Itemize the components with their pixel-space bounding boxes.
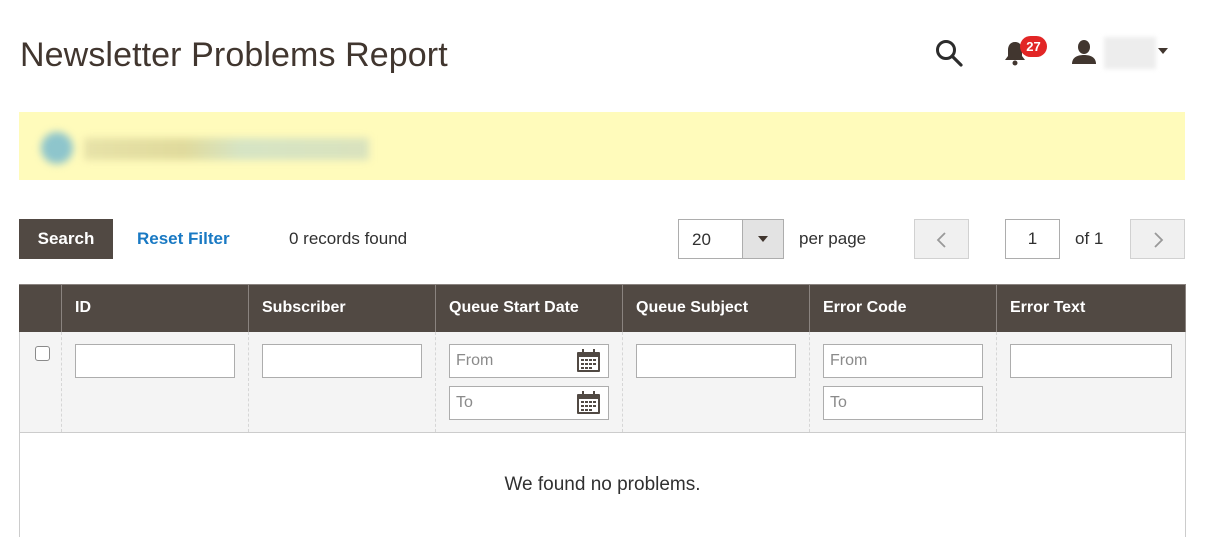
message-icon	[41, 132, 73, 164]
search-icon[interactable]	[934, 38, 964, 68]
user-icon[interactable]	[1070, 38, 1098, 66]
empty-row: We found no problems.	[19, 432, 1186, 537]
records-found: 0 records found	[289, 229, 408, 248]
per-page-dropdown-button[interactable]	[742, 220, 783, 258]
system-message	[19, 112, 1185, 180]
page-title: Newsletter Problems Report	[20, 36, 448, 74]
next-page-button[interactable]	[1130, 219, 1185, 259]
column-header-select	[19, 284, 62, 332]
search-button[interactable]: Search	[19, 219, 113, 259]
filter-subscriber-input[interactable]	[262, 343, 422, 378]
column-header-error-code[interactable]: Error Code	[809, 284, 997, 332]
user-menu-caret-icon[interactable]	[1158, 48, 1168, 54]
filter-error-code-to-input[interactable]	[823, 385, 983, 420]
previous-page-button[interactable]	[914, 219, 969, 259]
calendar-icon[interactable]	[576, 348, 601, 373]
user-name-blurred[interactable]	[1104, 37, 1156, 69]
current-page-input[interactable]	[1005, 219, 1060, 259]
page-total: of 1	[1075, 229, 1104, 248]
filter-queue-subject-input[interactable]	[636, 343, 796, 378]
chevron-right-icon	[1154, 232, 1164, 248]
chevron-down-icon	[758, 236, 768, 242]
column-header-error-text[interactable]: Error Text	[996, 284, 1186, 332]
empty-message: We found no problems.	[19, 432, 1186, 537]
column-header-queue-subject[interactable]: Queue Subject	[622, 284, 810, 332]
chevron-left-icon	[936, 232, 946, 248]
filter-error-code-from-input[interactable]	[823, 343, 983, 378]
select-all-checkbox[interactable]	[35, 345, 50, 361]
per-page-value: 20	[692, 230, 711, 249]
calendar-icon[interactable]	[576, 390, 601, 415]
notification-badge[interactable]: 27	[1020, 36, 1047, 57]
per-page-select[interactable]: 20	[678, 219, 784, 259]
column-header-id[interactable]: ID	[61, 284, 249, 332]
filter-row	[19, 331, 1186, 433]
column-header-subscriber[interactable]: Subscriber	[248, 284, 436, 332]
filter-id-input[interactable]	[75, 343, 235, 378]
problems-grid: ID Subscriber Queue Start Date Queue Sub…	[19, 284, 1186, 537]
column-header-queue-start-date[interactable]: Queue Start Date	[435, 284, 623, 332]
per-page-label: per page	[799, 229, 867, 248]
reset-filter-link[interactable]: Reset Filter	[137, 229, 230, 249]
filter-error-text-input[interactable]	[1010, 343, 1172, 378]
grid-header-row: ID Subscriber Queue Start Date Queue Sub…	[19, 284, 1186, 332]
message-text-blurred	[84, 138, 369, 160]
